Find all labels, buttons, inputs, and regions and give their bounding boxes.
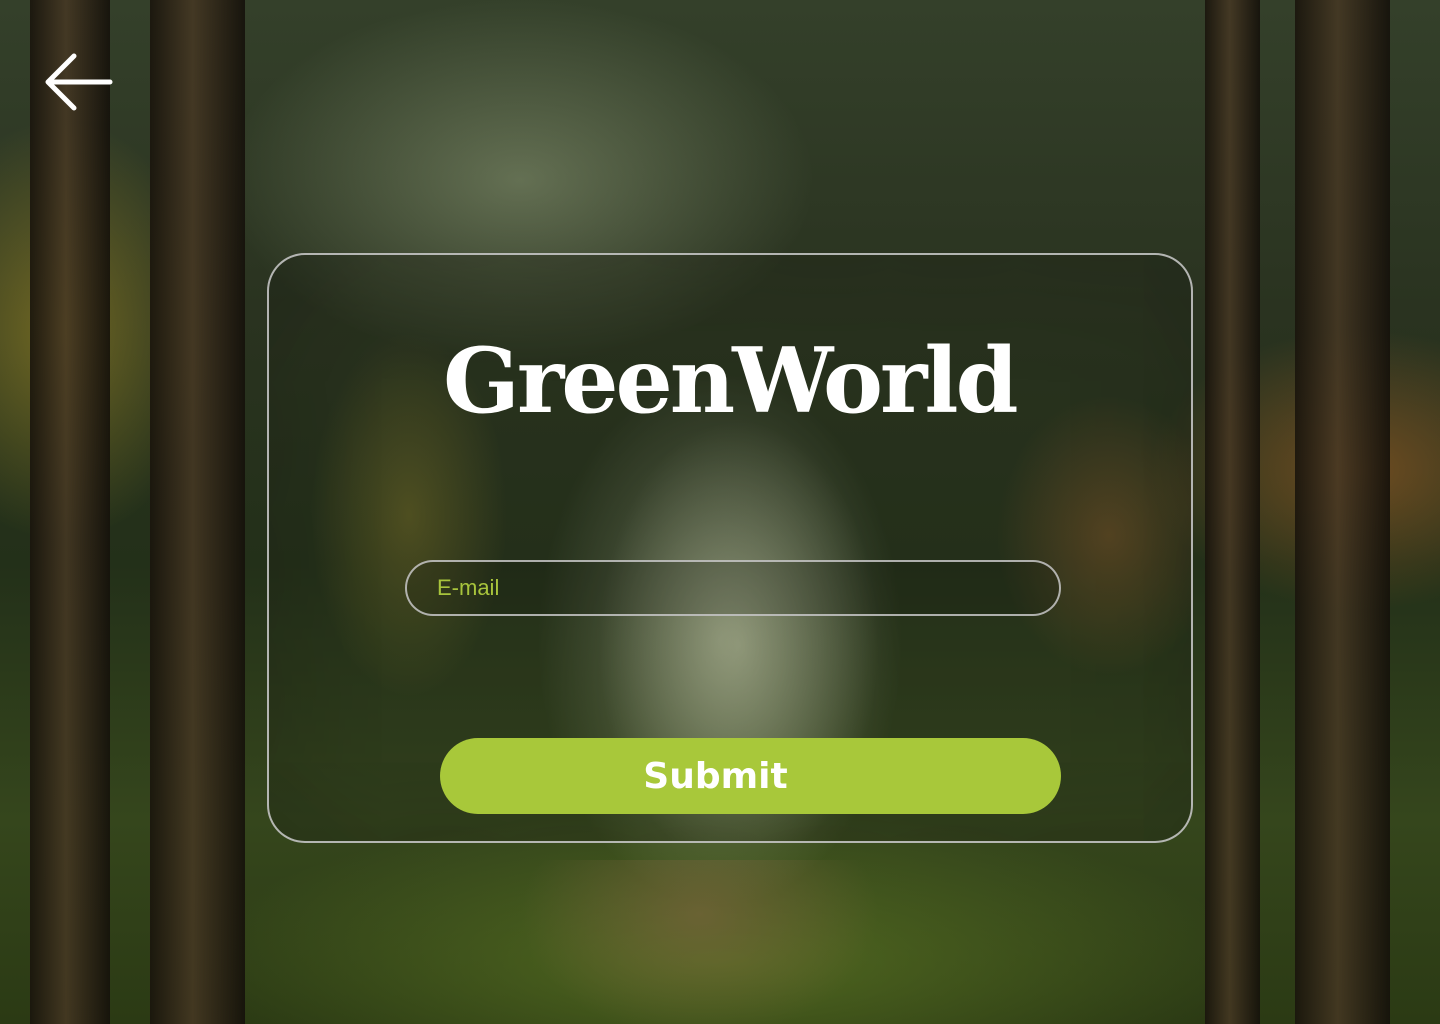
arrow-left-icon — [40, 44, 116, 120]
brand-title: GreenWorld — [443, 328, 1019, 434]
submit-button[interactable]: Submit — [440, 738, 1061, 814]
tree-trunk — [150, 0, 245, 1024]
signup-card: GreenWorld Submit — [267, 253, 1193, 843]
tree-trunk — [1205, 0, 1260, 1024]
back-button[interactable] — [40, 44, 116, 120]
email-input[interactable] — [405, 560, 1061, 616]
tree-trunk — [1295, 0, 1390, 1024]
tree-trunk — [30, 0, 110, 1024]
forest-path — [520, 860, 880, 1024]
